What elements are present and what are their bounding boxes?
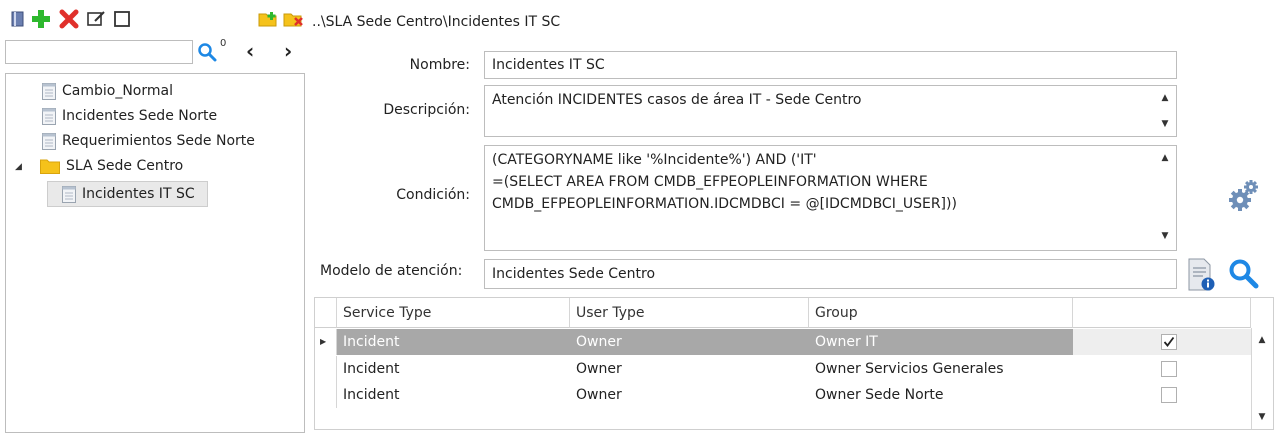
tree-item[interactable]: Requerimientos Sede Norte — [42, 130, 255, 152]
table-row[interactable]: Incident Owner Owner Servicios Generales — [315, 356, 1251, 382]
tree-item-label: SLA Sede Centro — [66, 158, 184, 174]
document-info-icon[interactable] — [1186, 258, 1216, 292]
scroll-down-icon[interactable]: ▼ — [1157, 116, 1173, 132]
scroll-up-icon[interactable]: ▲ — [1254, 332, 1270, 348]
search-icon[interactable] — [197, 42, 217, 62]
document-icon — [42, 132, 56, 150]
search-input[interactable] — [5, 40, 193, 64]
tree-folder[interactable]: SLA Sede Centro — [40, 155, 183, 177]
column-header-group[interactable]: Group — [809, 298, 1073, 328]
cell-user-type: Owner — [576, 387, 622, 403]
cell-user-type: Owner — [576, 334, 622, 350]
table-row[interactable]: ▶ Incident Owner Owner IT — [315, 329, 1251, 355]
scroll-down-icon[interactable]: ▼ — [1157, 228, 1173, 244]
condicion-line: CMDB_EFPEOPLEINFORMATION.IDCMDBCI = @[ID… — [492, 196, 957, 212]
checkbox-checked[interactable] — [1161, 334, 1177, 350]
tree-item-label: Incidentes Sede Norte — [62, 108, 218, 124]
scroll-up-icon[interactable]: ▲ — [1157, 90, 1173, 106]
data-grid: Service Type User Type Group ▶ Incident … — [314, 297, 1274, 430]
document-icon — [62, 185, 76, 203]
cell-group: Owner IT — [815, 334, 878, 350]
tree-item[interactable]: Incidentes Sede Norte — [42, 105, 217, 127]
notebook-icon[interactable] — [8, 9, 28, 29]
modelo-field[interactable]: Incidentes Sede Centro — [484, 259, 1177, 289]
cell-group: Owner Sede Norte — [815, 387, 944, 403]
document-icon — [42, 107, 56, 125]
condicion-line: (CATEGORYNAME like '%Incidente%') AND ('… — [492, 152, 817, 168]
cell-user-type: Owner — [576, 361, 622, 377]
table-row[interactable]: Incident Owner Owner Sede Norte — [315, 382, 1251, 408]
tree-item[interactable]: Cambio_Normal — [42, 80, 173, 102]
checkbox[interactable] — [1161, 361, 1177, 377]
checkbox[interactable] — [1161, 387, 1177, 403]
nombre-label: Nombre: — [409, 57, 470, 73]
edit-icon[interactable] — [86, 9, 106, 29]
document-icon — [42, 82, 56, 100]
tree-item-label: Incidentes IT SC — [82, 186, 195, 202]
nombre-field[interactable]: Incidentes IT SC — [484, 51, 1177, 79]
tree-item-selected[interactable]: Incidentes IT SC — [47, 181, 208, 207]
settings-gears-icon[interactable] — [1229, 178, 1259, 212]
breadcrumb: ..\SLA Sede Centro\Incidentes IT SC — [312, 14, 561, 30]
cell-service-type: Incident — [343, 334, 400, 350]
condicion-label: Condición: — [396, 187, 470, 203]
square-icon[interactable] — [112, 9, 132, 29]
search-count: 0 — [220, 38, 227, 49]
descripcion-label: Descripción: — [383, 102, 470, 118]
column-header-service-type[interactable]: Service Type — [337, 298, 570, 328]
condicion-line: =(SELECT AREA FROM CMDB_EFPEOPLEINFORMAT… — [492, 174, 928, 190]
cell-group: Owner Servicios Generales — [815, 361, 1004, 377]
delete-icon[interactable] — [59, 9, 79, 29]
column-header-user-type[interactable]: User Type — [570, 298, 809, 328]
modelo-value: Incidentes Sede Centro — [492, 266, 656, 282]
row-indicator-icon: ▶ — [315, 329, 337, 355]
row-indicator — [315, 382, 337, 408]
delete-folder-icon[interactable] — [283, 9, 303, 29]
next-arrow-icon[interactable]: › — [284, 40, 292, 62]
tree-item-label: Cambio_Normal — [62, 83, 173, 99]
descripcion-field[interactable]: Atención INCIDENTES casos de área IT - S… — [484, 85, 1177, 137]
cell-service-type: Incident — [343, 361, 400, 377]
nombre-value: Incidentes IT SC — [492, 57, 605, 73]
descripcion-value: Atención INCIDENTES casos de área IT - S… — [492, 92, 862, 108]
modelo-label: Modelo de atención: — [320, 263, 463, 279]
folder-icon — [40, 158, 60, 174]
scroll-up-icon[interactable]: ▲ — [1157, 150, 1173, 166]
grid-scrollbar[interactable]: ▲ ▼ — [1251, 328, 1273, 429]
expand-arrow-icon[interactable]: ◢ — [15, 162, 22, 172]
column-header-check[interactable] — [1073, 298, 1251, 328]
tree-panel — [5, 73, 305, 433]
prev-arrow-icon[interactable]: ‹ — [246, 40, 254, 62]
condicion-field[interactable]: (CATEGORYNAME like '%Incidente%') AND ('… — [484, 145, 1177, 251]
search-icon[interactable] — [1228, 258, 1260, 290]
new-folder-icon[interactable] — [258, 9, 278, 29]
row-header-column — [315, 298, 337, 328]
add-icon[interactable] — [31, 9, 51, 29]
selected-row-highlight — [337, 329, 1073, 355]
scroll-down-icon[interactable]: ▼ — [1254, 409, 1270, 425]
tree-item-label: Requerimientos Sede Norte — [62, 133, 255, 149]
cell-service-type: Incident — [343, 387, 400, 403]
row-indicator — [315, 356, 337, 382]
